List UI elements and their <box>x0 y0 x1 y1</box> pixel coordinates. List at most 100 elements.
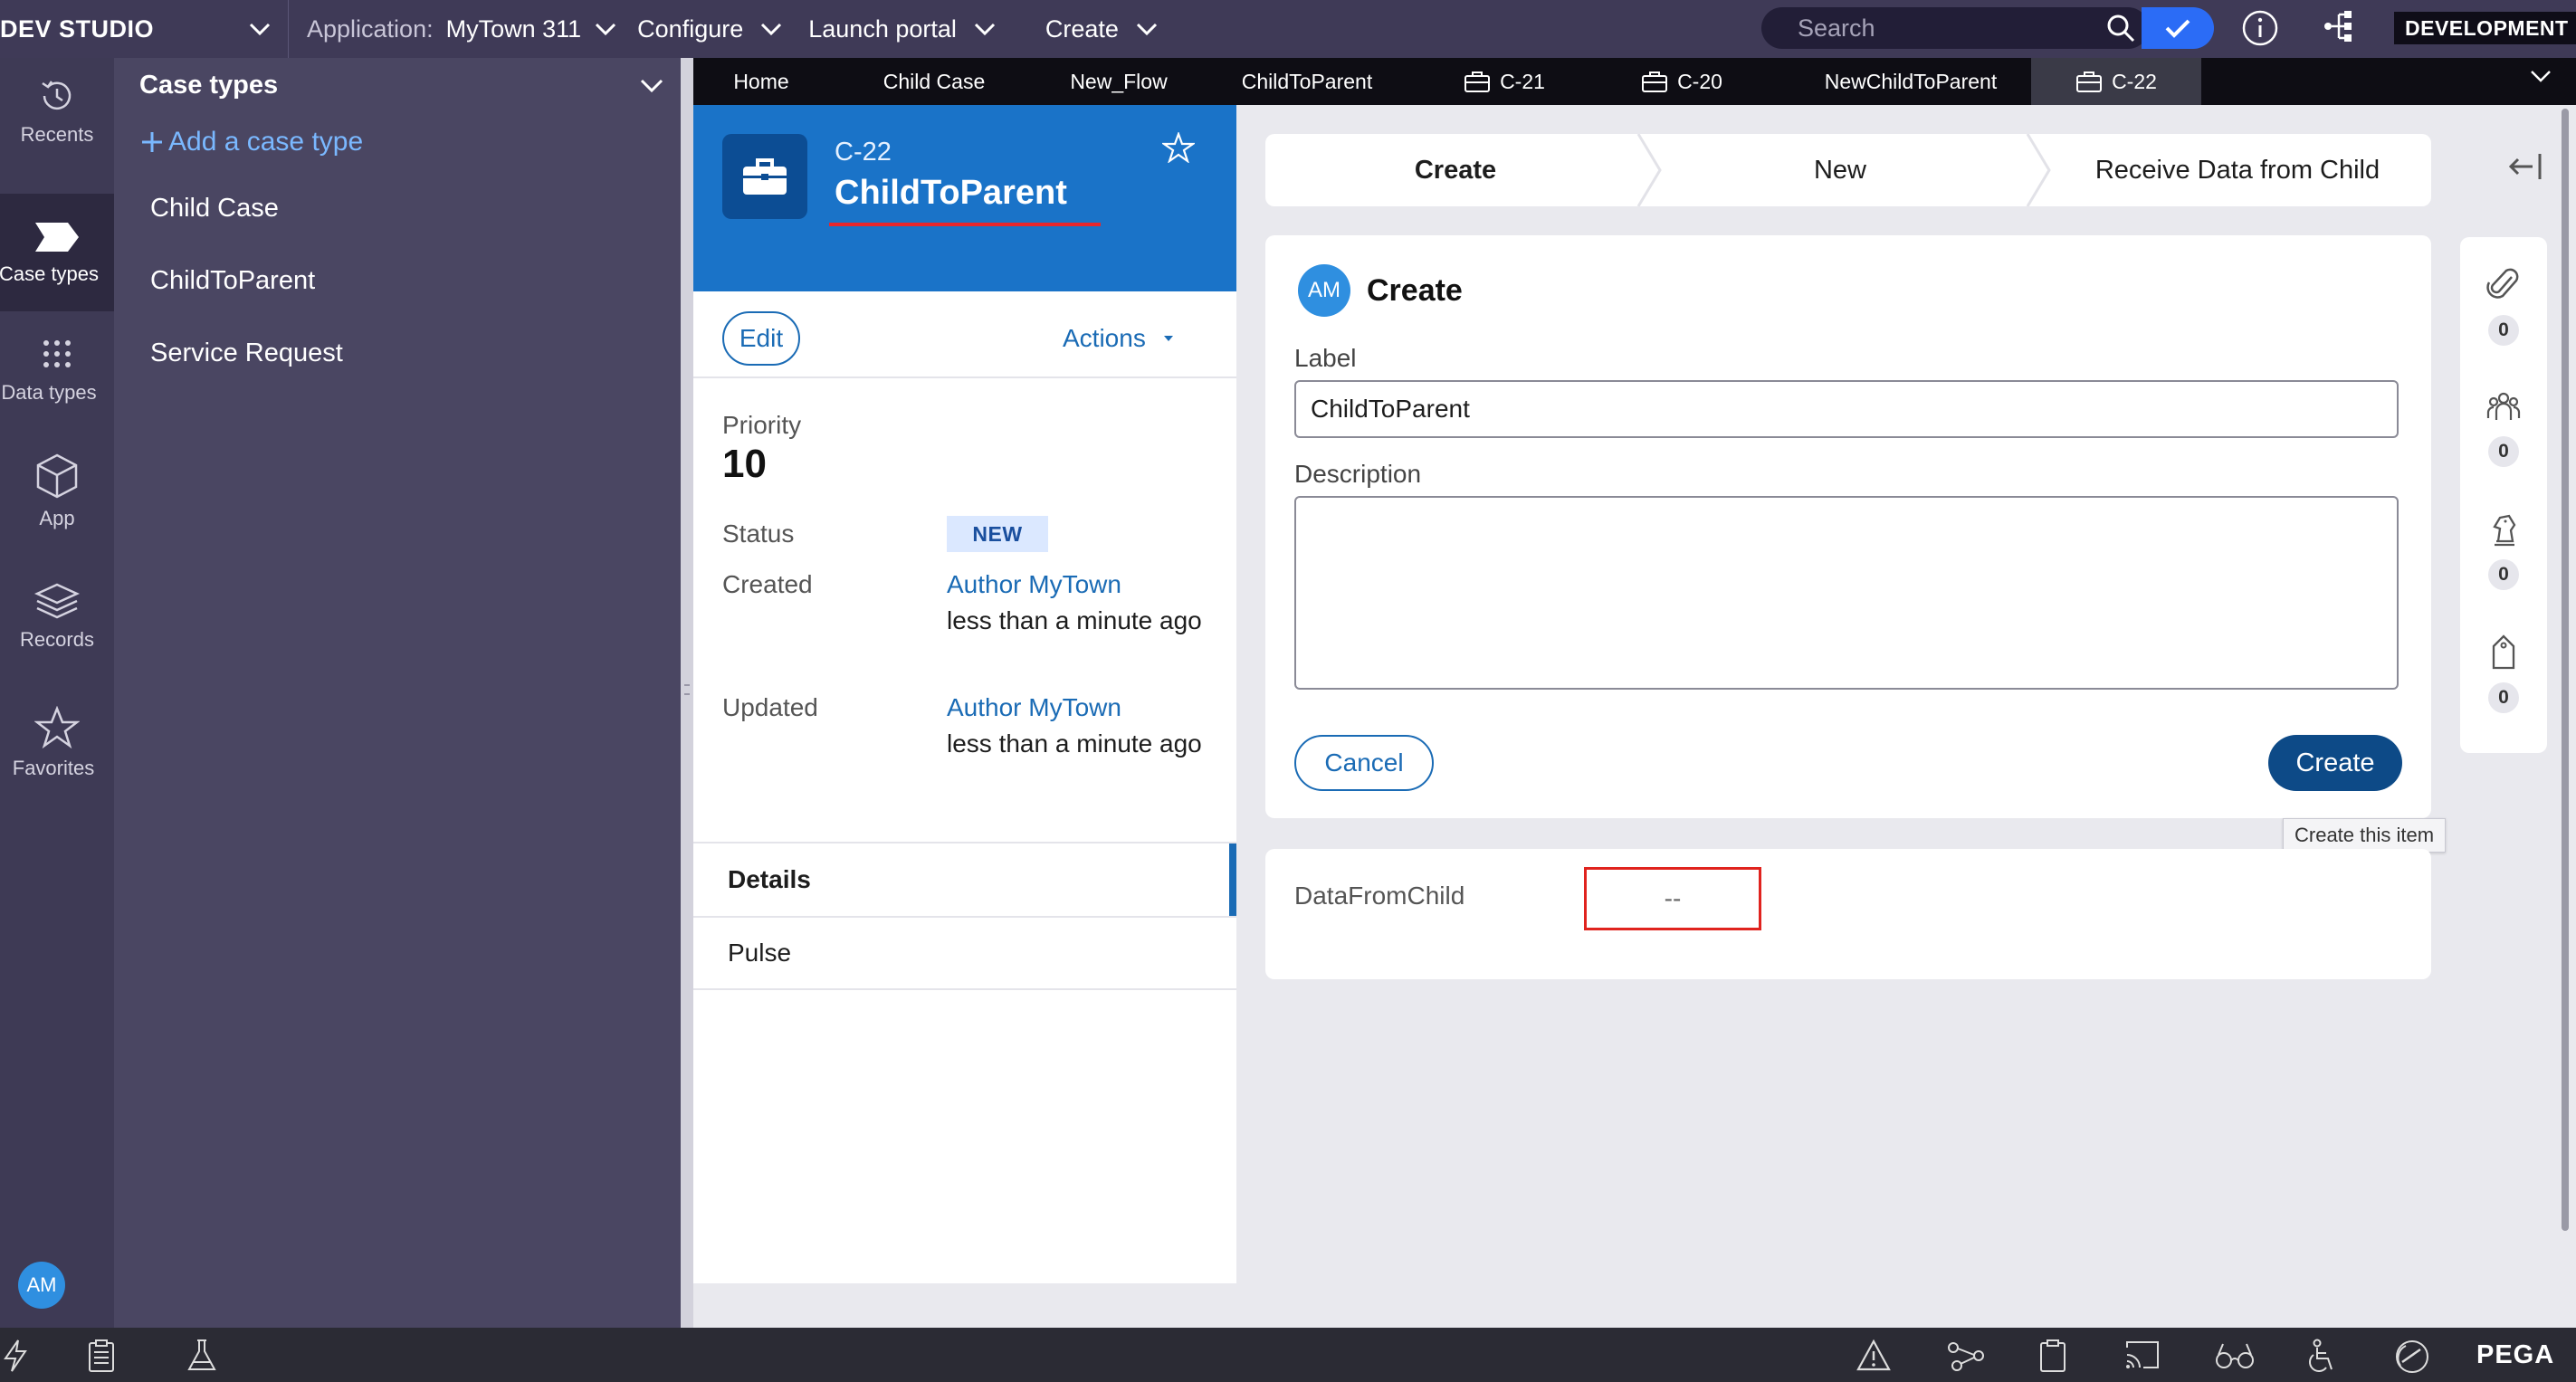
menu-launch-portal[interactable]: Launch portal <box>808 15 997 43</box>
actions-menu-button[interactable]: Actions <box>1063 324 1175 353</box>
pega-logo: PEGA <box>2476 1340 2555 1369</box>
menu-configure[interactable]: Configure <box>637 15 783 43</box>
assignee-avatar: AM <box>1298 264 1350 317</box>
application-switcher[interactable]: Application: MyTown 311 <box>307 15 617 43</box>
description-field[interactable] <box>1294 496 2399 690</box>
explorer-item-child-to-parent[interactable]: ChildToParent <box>150 266 315 296</box>
data-from-child-card: DataFromChild -- <box>1265 849 2431 979</box>
actions-label: Actions <box>1063 324 1146 352</box>
search-input[interactable]: Search <box>1761 7 2149 49</box>
status-badge: NEW <box>947 516 1048 552</box>
explorer-header[interactable]: Case types <box>139 71 664 100</box>
nav-details[interactable]: Details <box>693 842 1236 916</box>
checkout-button[interactable] <box>2142 7 2214 49</box>
user-avatar[interactable]: AM <box>18 1262 65 1309</box>
case-summary-panel: C-22 ChildToParent Edit Actions Priority… <box>693 105 1236 1283</box>
tab-new-child-to-parent[interactable]: NewChildToParent <box>1789 58 2033 105</box>
case-action-bar: Edit Actions <box>693 291 1236 378</box>
tracer-icon[interactable] <box>1946 1339 1986 1373</box>
tags-count: 0 <box>2488 682 2519 713</box>
panel-splitter[interactable] <box>681 58 693 1328</box>
tab-label: Home <box>733 69 789 93</box>
utility-attachments[interactable]: 0 <box>2460 266 2547 346</box>
tab-new-flow[interactable]: New_Flow <box>1037 58 1200 105</box>
created-by-link[interactable]: Author MyTown <box>947 570 1121 599</box>
utility-tags[interactable]: 0 <box>2460 634 2547 713</box>
status-label: Status <box>722 519 795 548</box>
tab-child-to-parent[interactable]: ChildToParent <box>1216 58 1398 105</box>
chevron-down-icon <box>974 23 995 36</box>
tab-label: NewChildToParent <box>1824 69 1998 93</box>
scrollbar-thumb[interactable] <box>2562 109 2569 1231</box>
tab-c-22[interactable]: C-22 <box>2031 58 2201 105</box>
search-icon[interactable] <box>2105 13 2136 43</box>
rail-item-case-types[interactable]: Case types <box>0 194 114 311</box>
tag-icon <box>2492 634 2515 670</box>
explorer-item-child-case[interactable]: Child Case <box>150 194 279 224</box>
favorite-star-icon[interactable] <box>1162 132 1195 163</box>
vertical-scrollbar[interactable] <box>2560 105 2571 1236</box>
developer-toolbar: PEGA <box>0 1328 2576 1382</box>
label-field[interactable] <box>1294 380 2399 438</box>
navigation-rail: Recents Case types Data types App Record… <box>0 58 114 1328</box>
lightning-icon[interactable] <box>2 1339 29 1373</box>
stage-create[interactable]: Create <box>1265 134 1646 206</box>
rail-item-app[interactable]: App <box>0 453 114 552</box>
tab-label: C-21 <box>1500 69 1545 93</box>
create-button[interactable]: Create <box>2268 735 2402 791</box>
explorer-item-service-request[interactable]: Service Request <box>150 338 343 368</box>
create-form-card: AM Create Label Description Cancel Creat… <box>1265 235 2431 818</box>
chevron-down-icon <box>249 23 271 36</box>
tab-c-21[interactable]: C-21 <box>1450 58 1559 105</box>
attachments-count: 0 <box>2488 315 2519 346</box>
rail-item-records[interactable]: Records <box>0 581 114 681</box>
description-field-label: Description <box>1294 460 1422 488</box>
performance-gauge-icon[interactable] <box>2393 1339 2431 1375</box>
tab-c-20[interactable]: C-20 <box>1627 58 1736 105</box>
tab-child-case[interactable]: Child Case <box>853 58 1016 105</box>
warning-icon[interactable] <box>1856 1339 1892 1373</box>
stage-new[interactable]: New <box>1655 134 2026 206</box>
updated-by-link[interactable]: Author MyTown <box>947 693 1121 722</box>
divider <box>288 0 289 58</box>
tab-label: C-20 <box>1677 69 1722 93</box>
flask-icon[interactable] <box>186 1339 217 1373</box>
menu-configure-label: Configure <box>637 14 744 43</box>
star-icon <box>34 706 80 749</box>
clipboard-check-icon[interactable] <box>2038 1339 2067 1373</box>
nav-pulse[interactable]: Pulse <box>693 916 1236 990</box>
records-layers-icon <box>33 583 81 619</box>
utility-stakeholders[interactable]: 0 <box>2460 510 2547 590</box>
add-case-type-link[interactable]: Add a case type <box>139 127 363 157</box>
cast-icon[interactable] <box>2123 1339 2161 1373</box>
chevron-down-icon <box>596 23 616 36</box>
tab-home[interactable]: Home <box>693 58 829 105</box>
edit-button[interactable]: Edit <box>722 311 800 366</box>
splitter-grip[interactable] <box>684 684 690 695</box>
create-button-tooltip: Create this item <box>2283 818 2447 853</box>
app-explorer-icon[interactable] <box>2321 7 2355 45</box>
accessibility-icon[interactable] <box>2304 1339 2341 1375</box>
clipboard-icon[interactable] <box>87 1339 116 1373</box>
created-label: Created <box>722 570 813 598</box>
rail-item-label: Recents <box>20 123 94 146</box>
rail-item-data-types[interactable]: Data types <box>0 334 114 434</box>
rail-item-favorites[interactable]: Favorites <box>0 706 114 805</box>
glasses-icon[interactable] <box>2214 1339 2256 1373</box>
cancel-button[interactable]: Cancel <box>1294 735 1434 791</box>
briefcase-icon <box>2076 71 2103 92</box>
utility-followers[interactable]: 0 <box>2460 389 2547 467</box>
chevron-down-icon[interactable] <box>2529 69 2552 83</box>
info-icon[interactable] <box>2241 9 2279 47</box>
rail-item-recents[interactable]: Recents <box>0 76 114 167</box>
stage-receive-data[interactable]: Receive Data from Child <box>2044 134 2431 206</box>
rail-item-label: Favorites <box>12 757 95 779</box>
studio-switcher[interactable]: DEV STUDIO <box>0 15 288 43</box>
caret-down-icon <box>1163 336 1173 341</box>
label-field-label: Label <box>1294 344 1357 372</box>
collapse-panel-icon[interactable] <box>2507 152 2543 181</box>
updated-label: Updated <box>722 693 818 721</box>
people-icon <box>2486 392 2521 420</box>
stage-label: Create <box>1414 155 1497 185</box>
menu-create[interactable]: Create <box>1045 15 1159 43</box>
